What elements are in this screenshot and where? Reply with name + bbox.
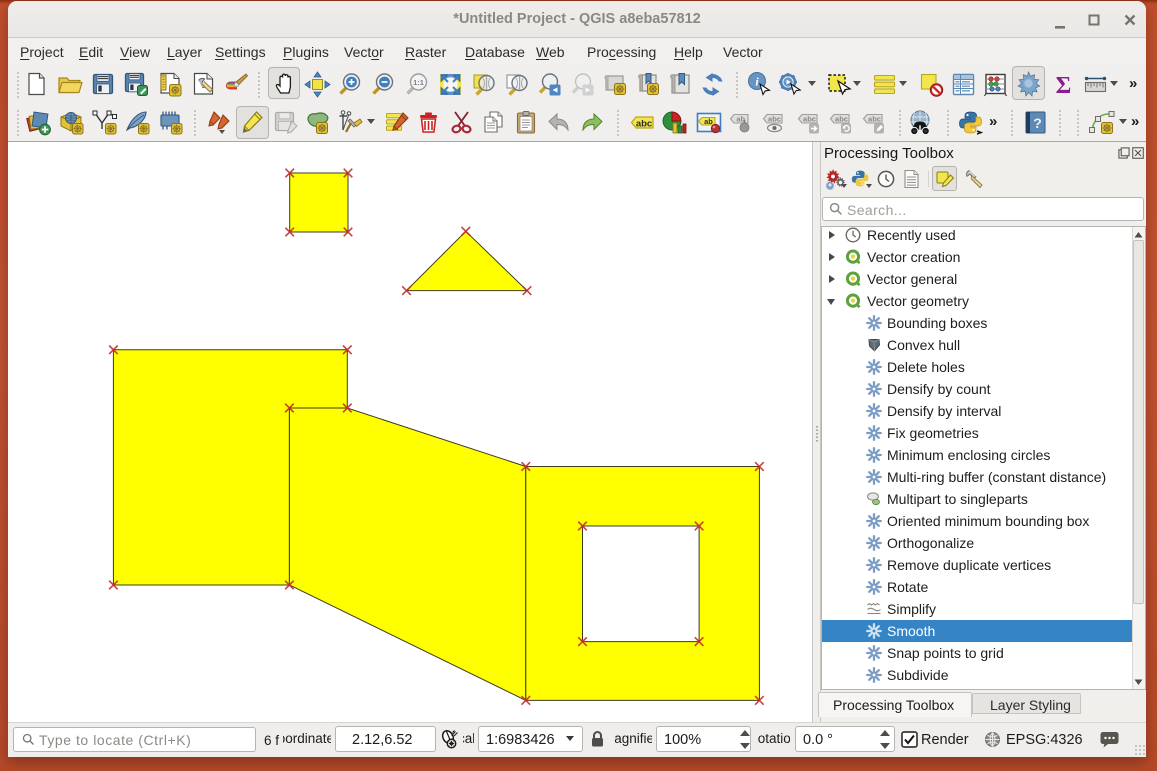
svg-text:ab: ab xyxy=(704,117,713,126)
svg-text:abc: abc xyxy=(835,114,848,123)
svg-text:?: ? xyxy=(1033,115,1042,131)
svg-text:Σ: Σ xyxy=(1056,73,1072,98)
svg-text:abc: abc xyxy=(868,114,881,123)
svg-text:1:1: 1:1 xyxy=(413,78,424,87)
svg-text:abc: abc xyxy=(768,114,781,123)
svg-text:abc: abc xyxy=(636,119,652,130)
svg-text:abc: abc xyxy=(803,114,816,123)
